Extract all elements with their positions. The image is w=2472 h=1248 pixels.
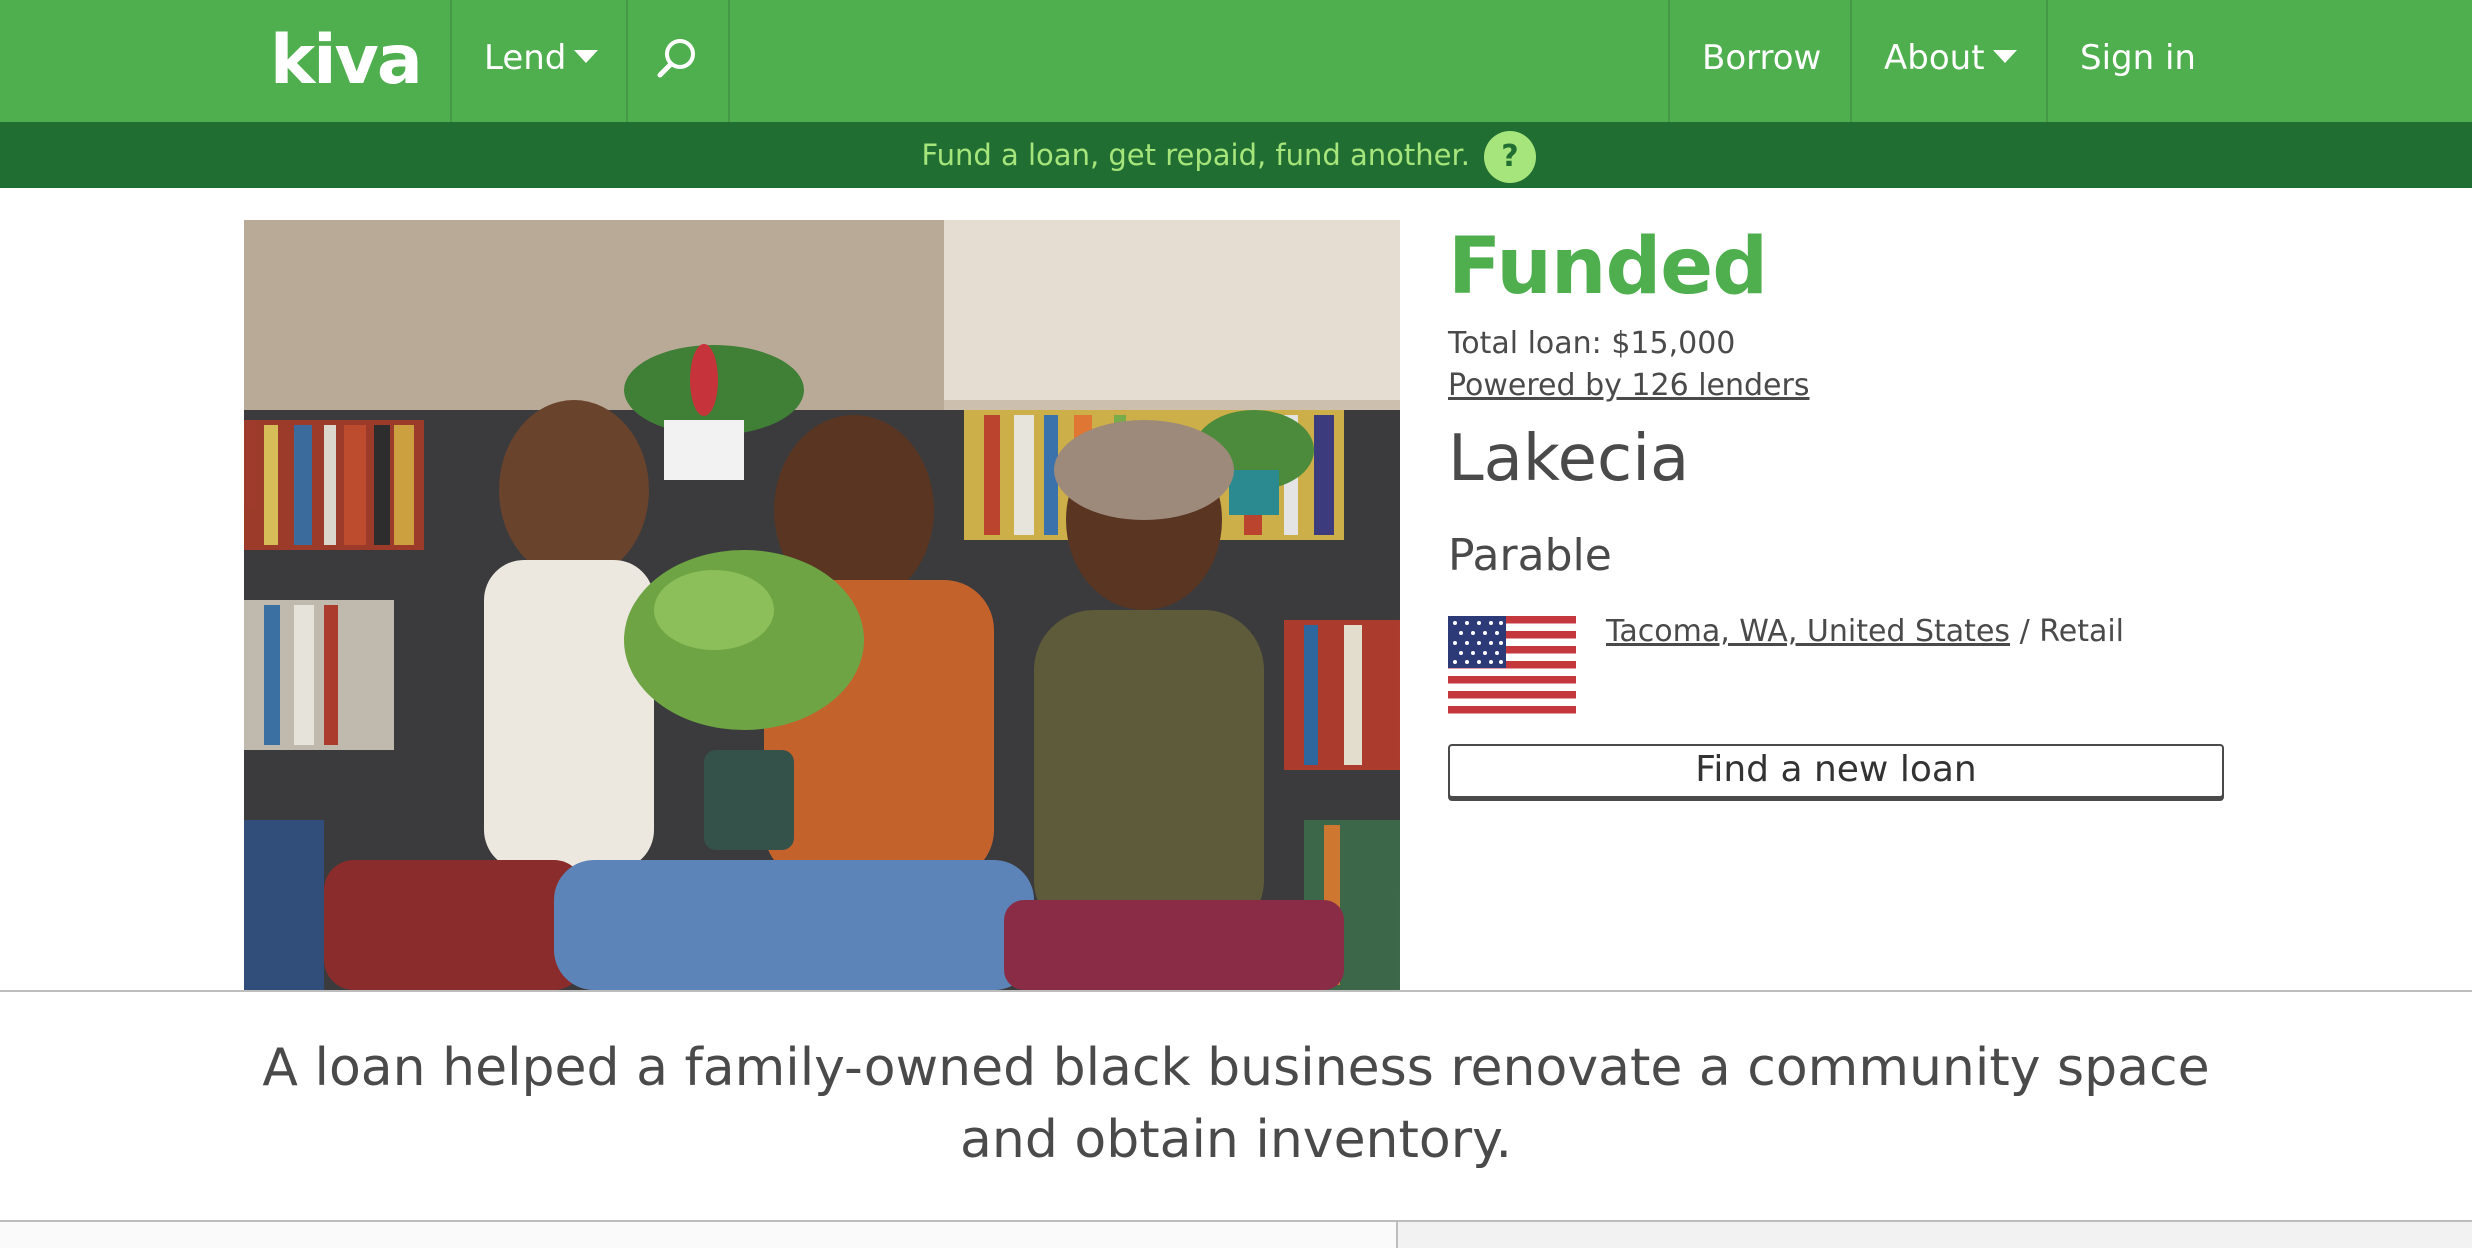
- loan-status: Funded: [1448, 222, 1768, 312]
- borrower-photo: [244, 220, 1400, 990]
- top-nav: kiva Lend Borrow About Sign in: [0, 0, 2472, 122]
- loan-summary: A loan helped a family-owned black busin…: [262, 1038, 2210, 1170]
- bottom-left-panel: [0, 1222, 1396, 1248]
- nav-about[interactable]: About: [1884, 0, 2017, 122]
- nav-borrow[interactable]: Borrow: [1702, 0, 1821, 122]
- sector-label: Retail: [2039, 614, 2125, 649]
- nav-sign-in-label: Sign in: [2080, 38, 2196, 78]
- borrower-name: Lakecia: [1448, 422, 1690, 496]
- find-new-loan-button[interactable]: Find a new loan: [1448, 744, 2224, 798]
- nav-lend[interactable]: Lend: [484, 0, 599, 122]
- chevron-down-icon: [1992, 50, 2017, 63]
- search-button[interactable]: [628, 0, 728, 122]
- nav-sign-in[interactable]: Sign in: [2080, 0, 2196, 122]
- section-divider: [0, 990, 2472, 992]
- nav-divider: [1668, 0, 1670, 122]
- nav-divider: [2046, 0, 2048, 122]
- us-flag-icon: [1448, 616, 1576, 714]
- nav-borrow-label: Borrow: [1702, 38, 1822, 78]
- tagline-bar: Fund a loan, get repaid, fund another.: [0, 122, 2472, 188]
- location-separator: /: [2010, 614, 2040, 649]
- nav-divider: [450, 0, 452, 122]
- help-button[interactable]: ?: [1484, 131, 1536, 183]
- nav-divider: [728, 0, 730, 122]
- nav-about-label: About: [1884, 38, 1985, 78]
- search-icon: [657, 39, 695, 78]
- nav-lend-label: Lend: [484, 38, 567, 78]
- borrower-photo-illustration: [244, 220, 1400, 990]
- lenders-link[interactable]: Powered by 126 lenders: [1448, 368, 1809, 403]
- business-name: Parable: [1448, 530, 1612, 581]
- borrower-location: Tacoma, WA, United States / Retail: [1606, 614, 2124, 649]
- tagline-text: Fund a loan, get repaid, fund another.: [921, 138, 1470, 172]
- kiva-logo[interactable]: kiva: [270, 14, 430, 108]
- nav-divider: [1850, 0, 1852, 122]
- chevron-down-icon: [574, 50, 599, 63]
- bottom-right-panel: [1398, 1222, 2472, 1248]
- location-link[interactable]: Tacoma, WA, United States: [1606, 614, 2010, 649]
- total-loan: Total loan: $15,000: [1448, 326, 1736, 361]
